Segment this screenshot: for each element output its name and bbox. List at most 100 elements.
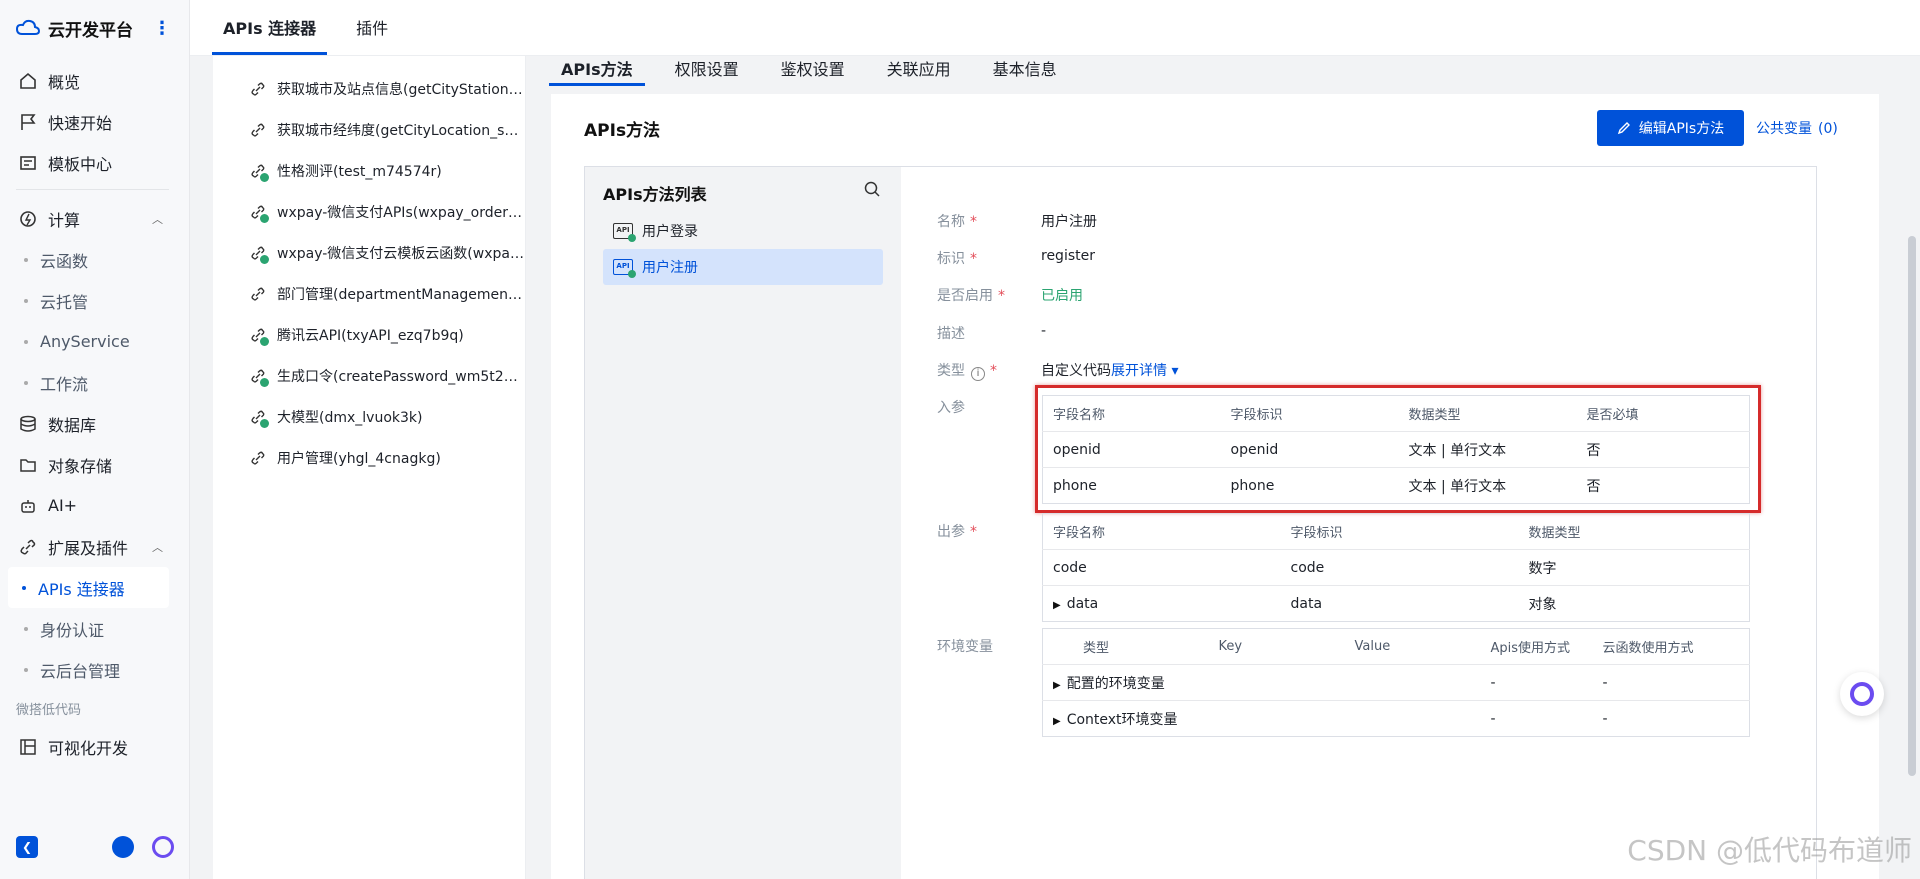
nav-label: 模板中心 [48, 154, 113, 174]
home-icon [18, 71, 38, 91]
tab-permissions[interactable]: 权限设置 [663, 56, 751, 82]
field-value-desc: - [1041, 323, 1047, 339]
connector-name: 大模型(dmx_lvuok3k) [277, 409, 423, 426]
link-icon [249, 326, 269, 346]
method-item-label: 用户登录 [642, 224, 698, 240]
method-item-register[interactable]: API 用户注册 [603, 249, 883, 285]
tab-apis-connector[interactable]: APIs 连接器 [212, 0, 328, 55]
field-label-type: 类型 i * [937, 360, 997, 381]
enabled-dot [260, 172, 269, 182]
table-row[interactable]: ▶ 配置的环境变量 - - [1042, 664, 1750, 701]
link-icon [249, 162, 269, 182]
connector-item[interactable]: 用户管理(yhgl_4cnagkg) [213, 437, 525, 478]
enabled-dot [260, 418, 269, 428]
connector-item[interactable]: wxpay-微信支付APIs(wxpay_order_a... [213, 191, 525, 232]
connector-name: 获取城市经纬度(getCityLocation_sca... [277, 122, 525, 139]
connector-item[interactable]: 部门管理(departmentManagement_a... [213, 273, 525, 314]
nav-label: 快速开始 [48, 113, 113, 133]
nav-sub-cloud-function[interactable]: 云函数 [0, 239, 189, 280]
table-cell: - [1450, 700, 1587, 737]
main-panel: APIs方法 权限设置 鉴权设置 关联应用 基本信息 APIs方法 编辑APIs… [527, 56, 1920, 879]
method-list-title: APIs方法列表 [603, 185, 707, 204]
nav-sub-anyservice[interactable]: AnyService [0, 321, 189, 362]
chevron-up-icon: ︿ [152, 212, 163, 226]
table-cell: - [1586, 664, 1750, 701]
connector-item[interactable]: wxpay-微信支付云模板云函数(wxpay... [213, 232, 525, 273]
tab-plugins[interactable]: 插件 [345, 0, 399, 55]
connector-item[interactable]: 获取城市经纬度(getCityLocation_sca... [213, 109, 525, 150]
connector-item[interactable]: 性格测评(test_m74574r) [213, 150, 525, 191]
nav-item-compute[interactable]: 计算 ︿ [0, 198, 189, 239]
table-row[interactable]: ▶ Context环境变量 - - [1042, 700, 1750, 737]
nav-item-extensions[interactable]: 扩展及插件 ︿ [0, 526, 189, 567]
nav-item-overview[interactable]: 概览 [0, 60, 189, 101]
expand-triangle-icon[interactable]: ▶ [1053, 716, 1061, 727]
table-header-row: 类型 Key Value Apis使用方式 云函数使用方式 [1043, 629, 1750, 665]
nav-sub-apis-connector[interactable]: APIs 连接器 [8, 567, 169, 608]
nav-label: 对象存储 [48, 456, 113, 476]
bullet [22, 585, 26, 590]
table-cell: - [1586, 700, 1750, 737]
user-avatar-icon[interactable] [112, 836, 134, 858]
floating-assistant-button[interactable] [1840, 672, 1884, 716]
enabled-dot [628, 270, 636, 278]
field-label-name: 名称 * [937, 211, 977, 231]
nav-item-database[interactable]: 数据库 [0, 403, 189, 444]
bullet [24, 380, 28, 385]
link-icon [249, 408, 269, 428]
expand-triangle-icon[interactable]: ▶ [1053, 680, 1061, 691]
expand-details-link[interactable]: 展开详情 ▾ [1111, 363, 1178, 379]
chevron-up-icon: ︿ [152, 540, 163, 554]
column-header: Value [1354, 639, 1391, 654]
api-method-icon: API [613, 223, 636, 242]
connector-item[interactable]: 大模型(dmx_lvuok3k) [213, 396, 525, 437]
column-header: 字段标识 [1290, 526, 1343, 541]
connector-item[interactable]: 生成口令(createPassword_wm5t2zu) [213, 355, 525, 396]
label-text: 是否启用 [937, 288, 993, 304]
more-icon[interactable]: ⋮ [153, 18, 171, 39]
connector-name: 获取城市及站点信息(getCityStation_... [277, 81, 525, 98]
table-header-row: 字段名称 字段标识 数据类型 [1043, 514, 1750, 550]
nav-sub-workflow[interactable]: 工作流 [0, 362, 189, 403]
table-row[interactable]: ▶ data data 对象 [1042, 585, 1750, 622]
tab-auth-settings[interactable]: 鉴权设置 [769, 56, 857, 82]
nav-sub-label: AnyService [40, 332, 130, 351]
nav-sub-admin[interactable]: 云后台管理 [0, 649, 189, 690]
nav-item-storage[interactable]: 对象存储 [0, 444, 189, 485]
search-icon[interactable] [863, 180, 881, 198]
expand-triangle-icon[interactable]: ▶ [1053, 600, 1061, 611]
public-variables-link[interactable]: 公共变量 (0) [1756, 118, 1838, 138]
field-label-input: 入参 [937, 400, 965, 416]
nav-item-quickstart[interactable]: 快速开始 [0, 101, 189, 142]
link-icon [249, 285, 267, 303]
column-header: 类型 [1043, 629, 1179, 665]
public-vars-label: 公共变量 [1756, 121, 1812, 137]
tab-basic-info[interactable]: 基本信息 [981, 56, 1069, 82]
scrollbar-thumb[interactable] [1908, 236, 1916, 776]
connector-item[interactable]: 腾讯云API(txyAPI_ezq7b9q) [213, 314, 525, 355]
nav-group-label: 微搭低代码 [16, 702, 82, 718]
tab-api-methods[interactable]: APIs方法 [549, 56, 645, 86]
page-scrollbar[interactable] [1908, 56, 1916, 879]
nav-sub-auth[interactable]: 身份认证 [0, 608, 189, 649]
tab-linked-apps[interactable]: 关联应用 [875, 56, 963, 82]
edit-api-methods-button[interactable]: 编辑APIs方法 [1597, 110, 1744, 146]
left-nav: 云开发平台 ⋮ 概览 快速开始 模板中心 计算 ︿ 云函数 云托管 AnySer… [0, 0, 190, 879]
nav-item-visual-dev[interactable]: 可视化开发 [0, 726, 189, 767]
public-vars-count: (0) [1818, 121, 1838, 137]
connector-name: 部门管理(departmentManagement_a... [277, 286, 525, 303]
field-label-id: 标识 * [937, 248, 977, 268]
table-cell: ▶ data [1042, 585, 1281, 622]
cell-text: Context环境变量 [1066, 711, 1178, 728]
nav-sub-cloud-run[interactable]: 云托管 [0, 280, 189, 321]
info-icon[interactable]: i [971, 367, 985, 381]
nav-label: AI+ [48, 496, 78, 515]
compute-icon [18, 209, 38, 229]
method-item-login[interactable]: API 用户登录 [603, 213, 883, 249]
nav-item-templates[interactable]: 模板中心 [0, 142, 189, 183]
assistant-icon[interactable] [152, 836, 174, 858]
collapse-sidebar-icon[interactable]: ❮ [16, 836, 38, 858]
nav-item-ai[interactable]: AI+ [0, 485, 189, 526]
column-header: 云函数使用方式 [1602, 641, 1694, 656]
connector-item[interactable]: 获取城市及站点信息(getCityStation_... [213, 68, 525, 109]
